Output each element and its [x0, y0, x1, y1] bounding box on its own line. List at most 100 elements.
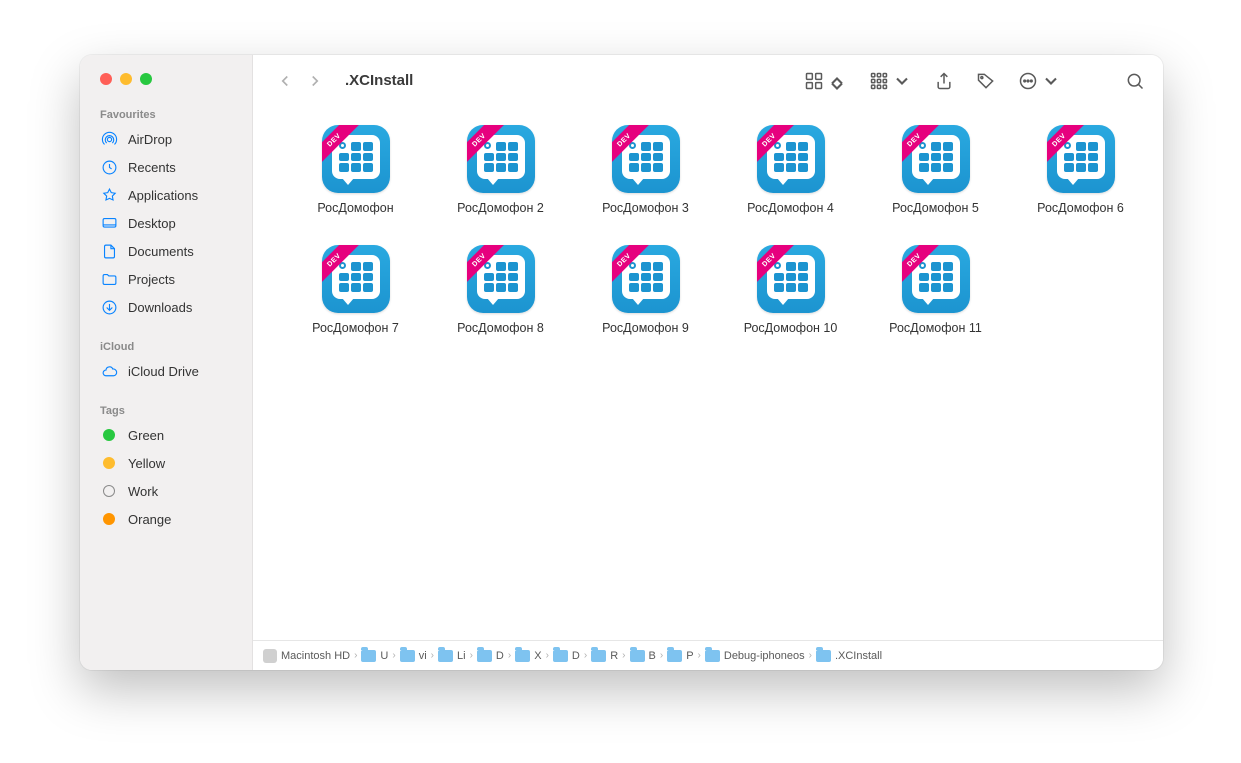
- app-icon: DEV: [757, 125, 825, 193]
- file-item[interactable]: DEV РосДомофон 6: [1008, 125, 1153, 215]
- zoom-button[interactable]: [140, 73, 152, 85]
- sidebar-item-airdrop[interactable]: AirDrop: [80, 125, 252, 153]
- path-label: Debug-iphoneos: [724, 650, 805, 662]
- file-item[interactable]: DEV РосДомофон 10: [718, 245, 863, 335]
- airdrop-icon: [100, 130, 118, 148]
- folder-icon: [100, 270, 118, 288]
- chevron-right-icon: ›: [392, 650, 395, 661]
- path-label: D: [572, 650, 580, 662]
- sidebar-item-clock[interactable]: Recents: [80, 153, 252, 181]
- window-controls: [80, 73, 252, 103]
- tag-button[interactable]: [976, 71, 996, 91]
- tag-dot-icon: [103, 429, 115, 441]
- sidebar-item-desktop[interactable]: Desktop: [80, 209, 252, 237]
- sidebar-item-label: Yellow: [128, 456, 165, 471]
- sidebar-item-label: Downloads: [128, 300, 192, 315]
- chevron-right-icon: ›: [508, 650, 511, 661]
- file-label: РосДомофон 6: [1037, 201, 1124, 215]
- chevron-right-icon: ›: [622, 650, 625, 661]
- path-segment[interactable]: vi: [400, 650, 427, 662]
- sidebar-item-folder[interactable]: Projects: [80, 265, 252, 293]
- chevron-right-icon: ›: [660, 650, 663, 661]
- path-segment[interactable]: U: [361, 650, 388, 662]
- file-item[interactable]: DEV РосДомофон 5: [863, 125, 1008, 215]
- sidebar-item-label: Projects: [128, 272, 175, 287]
- sidebar-item-apps[interactable]: Applications: [80, 181, 252, 209]
- file-grid-area[interactable]: DEV РосДомофон DEV РосДомофон 2: [253, 107, 1163, 640]
- sidebar-item-label: Desktop: [128, 216, 176, 231]
- chevron-right-icon: ›: [698, 650, 701, 661]
- app-icon: DEV: [322, 245, 390, 313]
- tag-dot-icon: [103, 457, 115, 469]
- folder-icon: [361, 650, 376, 662]
- file-label: РосДомофон 11: [889, 321, 982, 335]
- file-item[interactable]: DEV РосДомофон 11: [863, 245, 1008, 335]
- sidebar-item-document[interactable]: Documents: [80, 237, 252, 265]
- view-mode-button[interactable]: [804, 71, 847, 91]
- sidebar-tag-orange[interactable]: Orange: [80, 505, 252, 533]
- sidebar-item-icloud-drive[interactable]: iCloud Drive: [80, 357, 252, 385]
- file-item[interactable]: DEV РосДомофон 8: [428, 245, 573, 335]
- file-label: РосДомофон 9: [602, 321, 689, 335]
- path-segment[interactable]: B: [630, 650, 656, 662]
- file-label: РосДомофон: [317, 201, 393, 215]
- sidebar-tag-work[interactable]: Work: [80, 477, 252, 505]
- clock-icon: [100, 158, 118, 176]
- path-segment[interactable]: Debug-iphoneos: [705, 650, 805, 662]
- more-button[interactable]: [1018, 71, 1061, 91]
- document-icon: [100, 242, 118, 260]
- minimize-button[interactable]: [120, 73, 132, 85]
- app-icon: DEV: [322, 125, 390, 193]
- path-label: Macintosh HD: [281, 650, 350, 662]
- file-item[interactable]: DEV РосДомофон 9: [573, 245, 718, 335]
- app-icon: DEV: [757, 245, 825, 313]
- file-label: РосДомофон 7: [312, 321, 399, 335]
- desktop-icon: [100, 214, 118, 232]
- path-segment[interactable]: .XCInstall: [816, 650, 882, 662]
- toolbar: .XCInstall: [253, 55, 1163, 107]
- file-label: РосДомофон 5: [892, 201, 979, 215]
- sidebar-item-download[interactable]: Downloads: [80, 293, 252, 321]
- sidebar-item-label: Work: [128, 484, 158, 499]
- folder-icon: [591, 650, 606, 662]
- path-segment[interactable]: Li: [438, 650, 466, 662]
- chevron-right-icon: ›: [354, 650, 357, 661]
- folder-icon: [667, 650, 682, 662]
- folder-icon: [705, 650, 720, 662]
- sidebar-tag-green[interactable]: Green: [80, 421, 252, 449]
- group-button[interactable]: [869, 71, 912, 91]
- back-button[interactable]: [271, 67, 299, 95]
- close-button[interactable]: [100, 73, 112, 85]
- icloud-header: iCloud: [80, 335, 252, 357]
- sidebar-item-label: Recents: [128, 160, 176, 175]
- path-segment[interactable]: X: [515, 650, 541, 662]
- sidebar-item-label: AirDrop: [128, 132, 172, 147]
- path-segment[interactable]: P: [667, 650, 693, 662]
- path-segment[interactable]: D: [553, 650, 580, 662]
- sidebar-item-label: iCloud Drive: [128, 364, 199, 379]
- folder-icon: [438, 650, 453, 662]
- forward-button[interactable]: [301, 67, 329, 95]
- path-label: R: [610, 650, 618, 662]
- file-item[interactable]: DEV РосДомофон 4: [718, 125, 863, 215]
- window-title: .XCInstall: [345, 72, 413, 89]
- chevron-right-icon: ›: [546, 650, 549, 661]
- path-label: .XCInstall: [835, 650, 882, 662]
- folder-icon: [477, 650, 492, 662]
- search-button[interactable]: [1125, 71, 1145, 91]
- file-label: РосДомофон 3: [602, 201, 689, 215]
- file-item[interactable]: DEV РосДомофон: [283, 125, 428, 215]
- path-segment[interactable]: D: [477, 650, 504, 662]
- sidebar-tag-yellow[interactable]: Yellow: [80, 449, 252, 477]
- path-label: D: [496, 650, 504, 662]
- file-item[interactable]: DEV РосДомофон 2: [428, 125, 573, 215]
- file-item[interactable]: DEV РосДомофон 7: [283, 245, 428, 335]
- folder-icon: [515, 650, 530, 662]
- sidebar-item-label: Orange: [128, 512, 171, 527]
- path-segment[interactable]: Macintosh HD: [263, 649, 350, 663]
- download-icon: [100, 298, 118, 316]
- file-item[interactable]: DEV РосДомофон 3: [573, 125, 718, 215]
- path-segment[interactable]: R: [591, 650, 618, 662]
- share-button[interactable]: [934, 71, 954, 91]
- path-bar: Macintosh HD›U›vi›Li›D›X›D›R›B›P›Debug-i…: [253, 640, 1163, 670]
